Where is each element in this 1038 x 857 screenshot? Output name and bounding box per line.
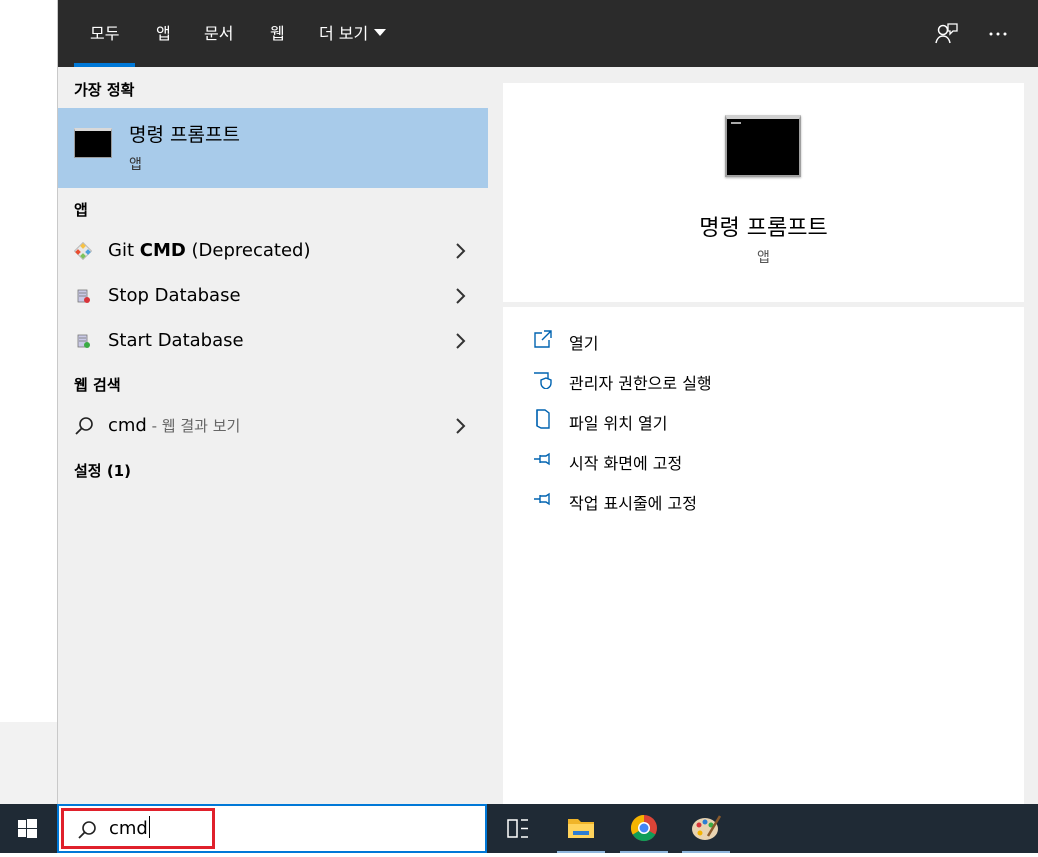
chevron-right-icon[interactable]	[454, 242, 466, 260]
search-icon	[78, 821, 96, 839]
preview-pane: 명령 프롬프트 앱 열기 관리자 권한으로 실행 파일 위치 열기 시작 화면에…	[503, 83, 1024, 804]
tab-documents[interactable]: 문서	[204, 0, 233, 67]
section-apps: 앱	[74, 201, 88, 219]
preview-title: 명령 프롬프트	[699, 216, 828, 241]
tab-web[interactable]: 웹	[270, 0, 285, 67]
list-item-label: Start Database	[108, 330, 244, 351]
list-item-stop-database[interactable]: Stop Database	[58, 274, 488, 318]
git-icon	[74, 242, 92, 260]
file-explorer-icon	[568, 819, 594, 838]
search-input[interactable]: cmd	[109, 816, 150, 840]
database-stop-icon	[77, 289, 90, 303]
action-label: 열기	[569, 334, 599, 353]
action-pin-to-taskbar[interactable]: 작업 표시줄에 고정	[533, 485, 993, 515]
action-pin-to-start[interactable]: 시작 화면에 고정	[533, 445, 993, 475]
list-item-git-cmd[interactable]: Git CMD (Deprecated)	[58, 229, 488, 273]
caret-down-icon	[374, 29, 387, 36]
tab-all[interactable]: 모두	[73, 0, 137, 67]
list-item-label: Stop Database	[108, 285, 241, 306]
taskbar: cmd	[0, 804, 1038, 853]
action-open-file-location[interactable]: 파일 위치 열기	[533, 405, 993, 435]
preview-subtitle: 앱	[757, 250, 770, 266]
list-item-label: cmd - 웹 결과 보기	[108, 415, 241, 436]
tab-apps[interactable]: 앱	[156, 0, 171, 67]
taskbar-file-explorer[interactable]	[553, 804, 609, 853]
pin-icon	[534, 452, 550, 466]
text-cursor	[148, 816, 150, 838]
action-label: 시작 화면에 고정	[569, 454, 683, 473]
file-location-icon	[536, 409, 550, 429]
actions-list: 열기 관리자 권한으로 실행 파일 위치 열기 시작 화면에 고정 작업 표시줄…	[503, 307, 1024, 804]
preview-card: 명령 프롬프트 앱	[503, 83, 1024, 302]
action-label: 관리자 권한으로 실행	[569, 374, 712, 393]
tab-more[interactable]: 더 보기	[319, 0, 387, 67]
taskbar-paint[interactable]	[678, 804, 734, 853]
open-icon	[534, 330, 552, 348]
section-best-match: 가장 정확	[74, 81, 135, 99]
chevron-right-icon[interactable]	[454, 417, 466, 435]
more-options-icon[interactable]	[986, 22, 1010, 46]
chevron-right-icon[interactable]	[454, 332, 466, 350]
taskbar-search-box[interactable]: cmd	[57, 804, 487, 853]
search-panel: 모두 앱 문서 웹 더 보기 가장 정확 명령 프롬프트 앱 앱 Git CMD…	[57, 0, 1038, 804]
search-icon	[75, 417, 93, 435]
windows-start-icon[interactable]	[0, 804, 57, 853]
action-run-as-admin[interactable]: 관리자 권한으로 실행	[533, 365, 993, 395]
pin-icon	[534, 492, 550, 506]
action-open[interactable]: 열기	[533, 325, 993, 355]
task-view-icon[interactable]	[490, 804, 546, 853]
list-item-web-search[interactable]: cmd - 웹 결과 보기	[58, 404, 488, 448]
list-item-start-database[interactable]: Start Database	[58, 319, 488, 363]
best-match-title: 명령 프롬프트	[129, 124, 240, 146]
paint-icon	[692, 815, 722, 840]
section-settings[interactable]: 설정 (1)	[74, 460, 131, 481]
action-label: 작업 표시줄에 고정	[569, 494, 697, 513]
taskbar-chrome[interactable]	[616, 804, 672, 853]
command-prompt-icon	[74, 128, 112, 158]
best-match-subtitle: 앱	[129, 157, 142, 173]
database-start-icon	[77, 334, 90, 348]
chevron-right-icon[interactable]	[454, 287, 466, 305]
chrome-icon	[630, 814, 657, 842]
shield-icon	[534, 372, 552, 389]
list-item-label: Git CMD (Deprecated)	[108, 240, 311, 261]
section-web-search: 웹 검색	[74, 376, 121, 394]
feedback-icon[interactable]	[934, 22, 958, 46]
command-prompt-icon	[725, 115, 801, 177]
best-match-item[interactable]: 명령 프롬프트 앱	[58, 108, 488, 188]
search-scope-bar: 모두 앱 문서 웹 더 보기	[58, 0, 1038, 67]
background-window-strip	[0, 722, 58, 804]
results-pane: 가장 정확 명령 프롬프트 앱 앱 Git CMD (Deprecated) S…	[58, 67, 488, 804]
action-label: 파일 위치 열기	[569, 414, 668, 433]
